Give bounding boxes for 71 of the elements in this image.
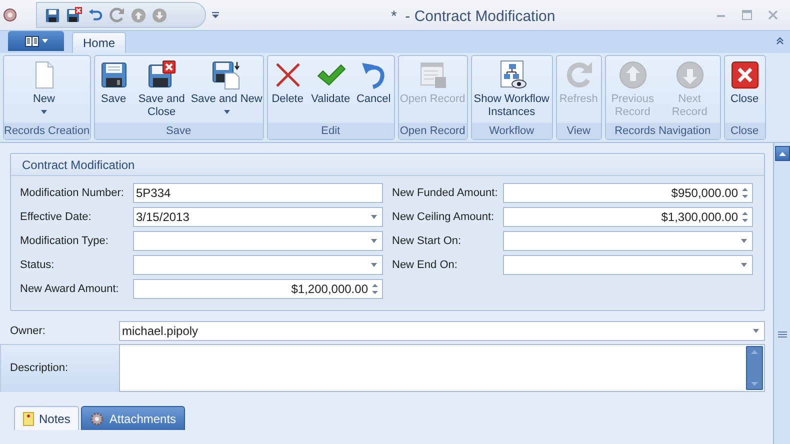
caret-icon[interactable] xyxy=(741,263,747,267)
field-label: Status: xyxy=(19,258,56,273)
save-close-icon[interactable] xyxy=(66,7,82,23)
group-label: Records Navigation xyxy=(606,123,720,139)
group-title: Contract Modification xyxy=(22,156,135,174)
input-field[interactable]: 5P334 xyxy=(133,183,383,203)
book-icon xyxy=(24,36,38,46)
field-label: Modification Type: xyxy=(19,234,110,249)
caret-icon xyxy=(224,110,230,114)
caret-icon[interactable] xyxy=(753,329,759,333)
ribbon-button[interactable]: Validate xyxy=(308,59,354,123)
tab[interactable]: Notes xyxy=(14,406,80,430)
gear-icon xyxy=(90,412,104,426)
spin-arrows-icon[interactable] xyxy=(372,283,378,295)
group-label: Close xyxy=(724,123,765,139)
customize-caret-icon[interactable] xyxy=(212,12,219,18)
field-label: Effective Date: xyxy=(19,210,92,225)
ribbon-button[interactable]: Cancel xyxy=(354,59,394,123)
caret-icon xyxy=(41,110,47,114)
spin-field[interactable]: $1,300,000.00 xyxy=(503,207,753,227)
field-label: New Ceiling Amount: xyxy=(391,210,496,225)
ribbon-button[interactable]: Save and Close xyxy=(132,59,191,123)
group-label: Records Creation xyxy=(4,123,90,139)
field-label: Description: xyxy=(10,361,68,376)
description-field[interactable] xyxy=(119,344,765,392)
spin-arrows-icon[interactable] xyxy=(742,187,748,199)
window-title: * - Contract Modification xyxy=(391,7,556,27)
spin-arrows-icon[interactable] xyxy=(742,211,748,223)
group-label: Save xyxy=(94,123,263,139)
up-arrow-icon[interactable] xyxy=(778,152,786,156)
field-label: Modification Number: xyxy=(19,186,125,201)
dropdown-field[interactable] xyxy=(133,231,383,251)
group-label: Open Record xyxy=(398,123,467,139)
ribbon-button[interactable]: Close xyxy=(724,59,765,123)
field-label: Owner: xyxy=(9,324,46,339)
field-label: New Funded Amount: xyxy=(391,186,499,201)
ribbon-button[interactable]: Delete xyxy=(268,59,308,123)
caret-icon[interactable] xyxy=(371,263,377,267)
group-label: View xyxy=(556,123,601,139)
caret-icon xyxy=(42,39,48,43)
dropdown-field[interactable]: michael.pipoly xyxy=(119,321,765,341)
tab[interactable]: Attachments xyxy=(81,406,186,430)
dropdown-field[interactable] xyxy=(133,255,383,275)
caret-icon[interactable] xyxy=(741,239,747,243)
dropdown-field[interactable]: 3/15/2013 xyxy=(133,207,383,227)
scrollbar[interactable] xyxy=(773,143,790,444)
ribbon-button[interactable]: Save xyxy=(94,59,133,123)
ribbon-button[interactable]: Show Workflow Instances xyxy=(472,59,552,123)
close-icon xyxy=(728,59,761,91)
ribbon-button[interactable]: New xyxy=(4,59,84,123)
field-label: New Start On: xyxy=(391,234,462,249)
redo-icon[interactable] xyxy=(109,7,125,23)
field-label: New Award Amount: xyxy=(19,282,120,297)
grip-icon[interactable] xyxy=(778,331,786,338)
note-icon xyxy=(23,412,34,426)
caret-icon[interactable] xyxy=(371,215,377,219)
save-icon[interactable] xyxy=(45,8,60,22)
dropdown-field[interactable] xyxy=(503,231,753,251)
spin-field[interactable]: $1,200,000.00 xyxy=(133,279,383,299)
undo-icon[interactable] xyxy=(88,8,103,22)
ribbon-tab[interactable]: Home xyxy=(72,32,126,53)
ribbon-button[interactable]: Save and New xyxy=(190,59,263,123)
group-label: Workflow xyxy=(472,123,552,139)
dropdown-field[interactable] xyxy=(503,255,753,275)
application-menu-button[interactable] xyxy=(8,31,64,51)
spin-field[interactable]: $950,000.00 xyxy=(503,183,753,203)
group-label: Edit xyxy=(268,123,394,139)
app-icon[interactable] xyxy=(2,7,18,23)
collapse-ribbon-icon[interactable] xyxy=(776,37,784,45)
caret-icon[interactable] xyxy=(371,239,377,243)
field-label: New End On: xyxy=(391,258,458,273)
